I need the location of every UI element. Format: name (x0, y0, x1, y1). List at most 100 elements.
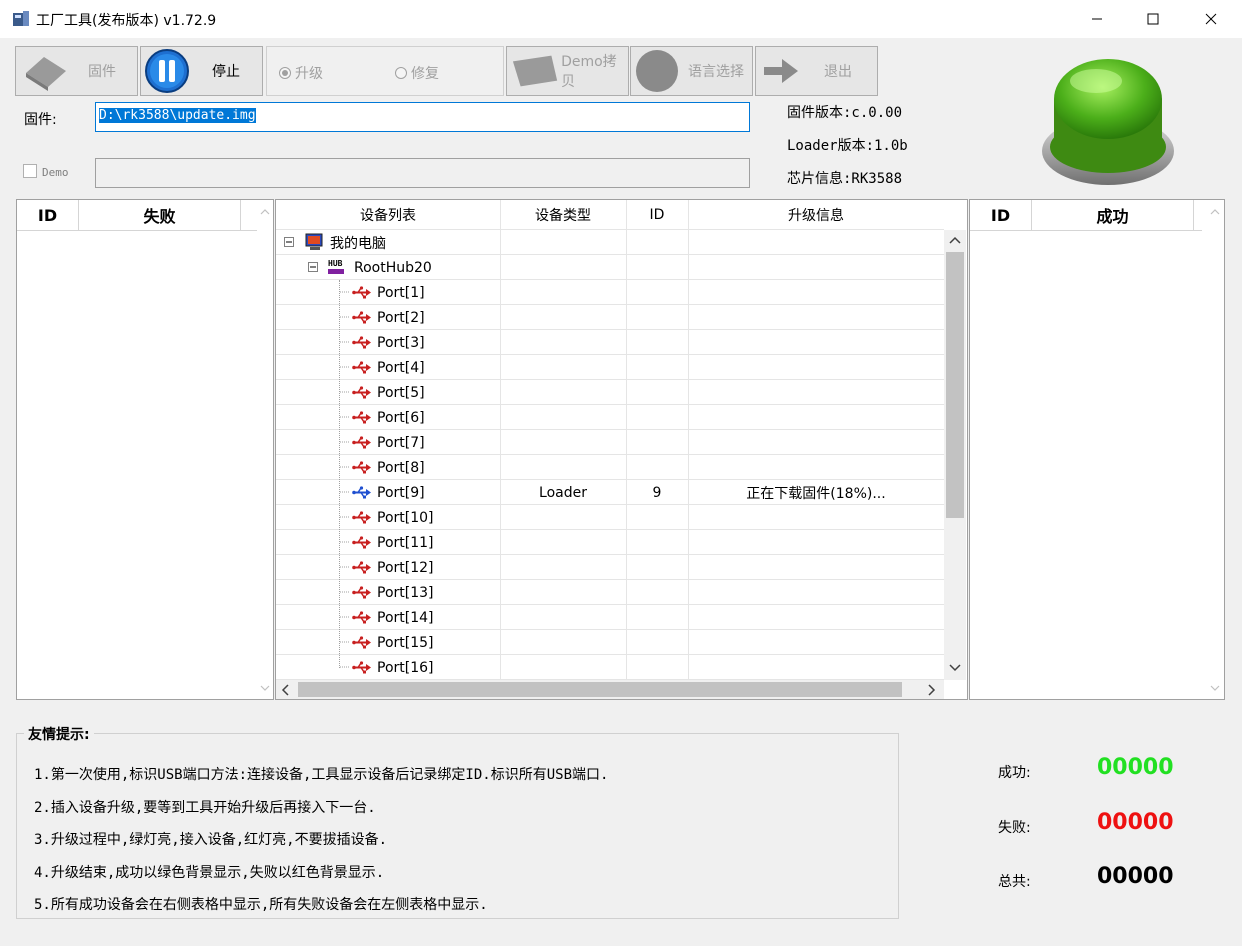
tree-hub-row[interactable]: HUB RootHub20 (276, 255, 944, 280)
device-type-cell (500, 280, 626, 305)
port-row[interactable]: Port[12] (276, 555, 944, 580)
usb-red-icon (352, 511, 371, 524)
port-row[interactable]: Port[5] (276, 380, 944, 405)
device-type-cell (500, 305, 626, 330)
device-id-cell (626, 505, 688, 530)
success-table-scrollbar[interactable] (1206, 200, 1224, 699)
scroll-up-icon (1210, 209, 1220, 215)
device-type-cell (500, 330, 626, 355)
device-id-cell (626, 580, 688, 605)
device-table-hscrollbar[interactable] (276, 680, 944, 699)
scroll-down-icon[interactable] (949, 664, 961, 672)
port-row[interactable]: Port[7] (276, 430, 944, 455)
minimize-button[interactable] (1068, 0, 1126, 38)
usb-red-icon (352, 436, 371, 449)
tree-connector (340, 341, 350, 343)
port-name: Port[1] (377, 284, 425, 301)
tree-connector (340, 516, 350, 518)
device-type-cell (500, 605, 626, 630)
device-list-header[interactable]: 设备列表 (276, 200, 500, 230)
port-row[interactable]: Port[10] (276, 505, 944, 530)
collapse-icon[interactable] (308, 262, 319, 273)
stop-button[interactable]: 停止 (140, 46, 263, 96)
vscroll-thumb[interactable] (946, 252, 964, 518)
maximize-button[interactable] (1124, 0, 1182, 38)
upgrade-info-cell (688, 655, 944, 680)
hscroll-thumb[interactable] (298, 682, 902, 697)
port-row[interactable]: Port[16] (276, 655, 944, 680)
collapse-icon[interactable] (284, 237, 295, 248)
usb-blue-icon (352, 486, 371, 499)
success-table-success-header[interactable]: 成功 (1032, 200, 1194, 230)
port-row[interactable]: Port[11] (276, 530, 944, 555)
device-type-header[interactable]: 设备类型 (500, 200, 626, 230)
usb-red-icon (352, 611, 371, 624)
device-type-cell (500, 530, 626, 555)
tree-connector (340, 491, 350, 493)
exit-button-label: 退出 (824, 64, 852, 80)
tree-root-label: 我的电脑 (330, 235, 386, 252)
device-id-header[interactable]: ID (626, 200, 688, 230)
language-button[interactable]: 语言选择 (630, 46, 753, 96)
fail-table-id-header[interactable]: ID (17, 200, 79, 230)
port-row[interactable]: Port[9] Loader 9 正在下载固件(18%)... (276, 480, 944, 505)
device-type-cell (500, 430, 626, 455)
device-table-vscrollbar[interactable] (944, 230, 966, 680)
upgrade-info-header[interactable]: 升级信息 (688, 200, 944, 230)
tree-connector (340, 616, 350, 618)
port-row[interactable]: Port[15] (276, 630, 944, 655)
port-name: Port[11] (377, 534, 434, 551)
tree-root-row[interactable]: 我的电脑 (276, 230, 944, 255)
device-id-cell (626, 380, 688, 405)
device-type-cell: Loader (539, 484, 587, 501)
fail-count-label: 失败: (998, 820, 1031, 836)
port-name: Port[2] (377, 309, 425, 326)
port-row[interactable]: Port[6] (276, 405, 944, 430)
device-id-cell (626, 555, 688, 580)
tree-connector (340, 466, 350, 468)
scroll-right-icon[interactable] (928, 684, 936, 696)
usb-red-icon (352, 461, 371, 474)
fail-table-fail-header[interactable]: 失败 (79, 200, 241, 230)
success-table-id-header[interactable]: ID (970, 200, 1032, 230)
firmware-button[interactable]: 固件 (15, 46, 138, 96)
tip-line-4: 4.升级结束,成功以绿色背景显示,失败以红色背景显示. (34, 865, 385, 881)
upgrade-radio[interactable]: 升级 (279, 63, 323, 83)
demo-copy-icon (512, 55, 558, 87)
fail-table-scrollbar[interactable] (257, 200, 273, 699)
scroll-left-icon[interactable] (281, 684, 289, 696)
port-name: Port[12] (377, 559, 434, 576)
demo-path-field[interactable] (95, 158, 750, 188)
device-type-cell (500, 580, 626, 605)
upgrade-info-cell (688, 530, 944, 555)
success-count-label: 成功: (998, 765, 1031, 781)
close-button[interactable] (1182, 0, 1240, 38)
device-id-cell: 9 (652, 484, 662, 501)
scroll-up-icon[interactable] (949, 236, 961, 244)
demo-copy-button[interactable]: Demo拷贝 (506, 46, 629, 96)
exit-button[interactable]: 退出 (755, 46, 878, 96)
usb-red-icon (352, 586, 371, 599)
globe-icon (636, 50, 678, 92)
tip-line-5: 5.所有成功设备会在右侧表格中显示,所有失败设备会在左侧表格中显示. (34, 897, 488, 913)
demo-checkbox[interactable] (23, 164, 37, 178)
repair-radio[interactable]: 修复 (395, 63, 439, 83)
port-row[interactable]: Port[3] (276, 330, 944, 355)
device-type-cell (500, 630, 626, 655)
firmware-path-field[interactable]: D:\rk3588\update.img (95, 102, 750, 132)
port-row[interactable]: Port[8] (276, 455, 944, 480)
port-name: Port[15] (377, 634, 434, 651)
device-type-cell (500, 555, 626, 580)
tree-hub-label: RootHub20 (354, 259, 432, 276)
upgrade-info-cell (688, 355, 944, 380)
computer-icon (305, 233, 323, 250)
device-type-cell (500, 655, 626, 680)
port-row[interactable]: Port[1] (276, 280, 944, 305)
port-row[interactable]: Port[14] (276, 605, 944, 630)
port-row[interactable]: Port[13] (276, 580, 944, 605)
fail-count-value: 00000 (1097, 810, 1174, 835)
port-row[interactable]: Port[4] (276, 355, 944, 380)
stop-button-label: 停止 (212, 64, 240, 80)
port-name: Port[14] (377, 609, 434, 626)
port-row[interactable]: Port[2] (276, 305, 944, 330)
